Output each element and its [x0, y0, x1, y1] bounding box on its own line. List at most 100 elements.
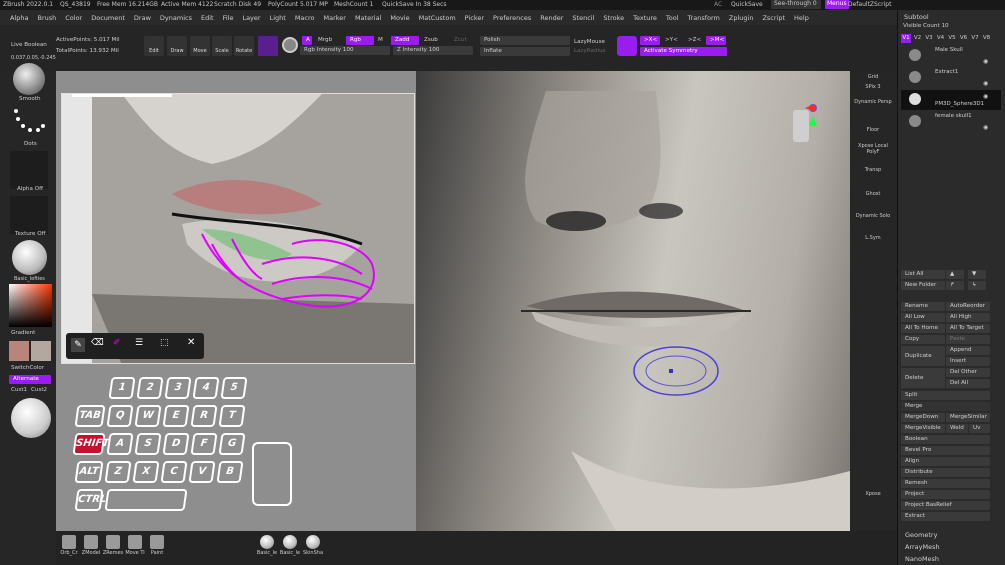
merge-section[interactable]: Merge [901, 402, 990, 411]
transp-icon[interactable]: Transp [854, 167, 892, 173]
activate-symmetry-button[interactable]: Activate Symmetry [640, 47, 727, 56]
pen-icon[interactable]: ✎ [71, 338, 85, 352]
sym-y-toggle[interactable]: >Y< [661, 36, 681, 45]
menu-brush[interactable]: Brush [37, 14, 56, 22]
geometry-subpalette[interactable]: Geometry [905, 531, 937, 539]
menu-dynamics[interactable]: Dynamics [160, 14, 192, 22]
menu-stencil[interactable]: Stencil [572, 14, 594, 22]
all-to-home-button[interactable]: All To Home [901, 324, 945, 333]
lsym-icon[interactable]: L.Sym [854, 235, 892, 241]
menu-light[interactable]: Light [270, 14, 286, 22]
menu-render[interactable]: Render [540, 14, 563, 22]
insert-button[interactable]: Insert [946, 357, 990, 366]
shelf-tool-0[interactable]: Orb_Cr [58, 535, 80, 556]
secondary-color-swatch[interactable] [31, 341, 51, 361]
main-color-swatch[interactable] [9, 341, 29, 361]
symmetry-icon[interactable] [617, 36, 637, 56]
move-down-icon[interactable]: ↳ [968, 281, 986, 290]
rename-button[interactable]: Rename [901, 302, 945, 311]
move-button[interactable]: Move [190, 36, 210, 56]
a-toggle[interactable]: A [302, 36, 312, 45]
face-model[interactable] [416, 71, 850, 531]
all-to-target-button[interactable]: All To Target [946, 324, 990, 333]
highlighter-icon[interactable]: ✐ [113, 338, 121, 348]
zsub-toggle[interactable]: Zsub [420, 36, 444, 45]
duplicate-button[interactable]: Duplicate [901, 346, 945, 366]
lazymouse-button[interactable]: LazyMouse [574, 39, 605, 45]
menu-movie[interactable]: Movie [390, 14, 409, 22]
menu-transform[interactable]: Transform [688, 14, 720, 22]
subtool-item[interactable]: Extract1 ◉ [901, 68, 1001, 88]
rgb-intensity-slider[interactable]: Rgb Intensity 100 [300, 46, 390, 55]
menu-picker[interactable]: Picker [465, 14, 484, 22]
eye-icon[interactable]: ◉ [983, 93, 988, 100]
remesh-section[interactable]: Remesh [901, 479, 990, 488]
boolean-section[interactable]: Boolean [901, 435, 990, 444]
visibility-tab-v6[interactable]: V6 [959, 34, 969, 43]
zadd-toggle[interactable]: Zadd [391, 36, 419, 45]
shelf-tool-1[interactable]: ZModel [80, 535, 102, 556]
shelf-material-0[interactable]: Basic_le [256, 535, 278, 556]
menu-document[interactable]: Document [91, 14, 125, 22]
menu-material[interactable]: Material [355, 14, 381, 22]
line-weight-icon[interactable]: ☰ [135, 338, 143, 348]
menu-macro[interactable]: Macro [295, 14, 315, 22]
visibility-tab-v8[interactable]: V8 [982, 34, 992, 43]
append-button[interactable]: Append [946, 346, 990, 355]
subtool-item[interactable]: female skull1 ◉ [901, 112, 1001, 132]
draw-button[interactable]: Draw [167, 36, 187, 56]
arrow-up-icon[interactable]: ▲ [946, 270, 964, 279]
eraser-icon[interactable]: ⌫ [91, 338, 104, 348]
quicksave-button[interactable]: QuickSave [731, 1, 763, 8]
polish-slider[interactable]: Polish [480, 36, 570, 45]
cust2-label[interactable]: Cust2 [31, 387, 47, 393]
smooth-brush-icon[interactable] [13, 63, 45, 95]
shelf-tool-2[interactable]: ZRemes [102, 535, 124, 556]
dots-stroke-icon[interactable] [12, 107, 46, 137]
texture-slot[interactable] [10, 196, 48, 234]
menu-color[interactable]: Color [65, 14, 82, 22]
ghost-icon[interactable]: Ghost [854, 191, 892, 197]
alternate-button[interactable]: Alternate [9, 375, 51, 384]
subtool-item[interactable]: Male Skull ◉ [901, 46, 1001, 66]
uv-toggle[interactable]: Uv [969, 424, 990, 433]
zcut-toggle[interactable]: Zcut [450, 36, 472, 45]
z-intensity-slider[interactable]: Z Intensity 100 [393, 46, 473, 55]
persp-icon[interactable]: Dynamic Persp [854, 99, 892, 105]
merge-visible-button[interactable]: MergeVisible [901, 424, 945, 433]
subtool-title[interactable]: Subtool [904, 13, 929, 21]
menu-edit[interactable]: Edit [201, 14, 214, 22]
distribute-section[interactable]: Distribute [901, 468, 990, 477]
default-zscript[interactable]: DefaultZScript [848, 1, 891, 8]
align-section[interactable]: Align [901, 457, 990, 466]
edit-button[interactable]: Edit [144, 36, 164, 56]
lazyradius-slider[interactable]: LazyRadius [574, 48, 606, 54]
reference-image-panel[interactable] [61, 93, 415, 364]
cust1-label[interactable]: Cust1 [11, 387, 27, 393]
eye-icon[interactable]: ◉ [983, 80, 988, 87]
arraymesh-subpalette[interactable]: ArrayMesh [905, 543, 940, 551]
menu-file[interactable]: File [223, 14, 234, 22]
rgb-toggle[interactable]: Rgb [346, 36, 374, 45]
project-basrelief-section[interactable]: Project BasRelief [901, 501, 990, 510]
menu-layer[interactable]: Layer [242, 14, 260, 22]
switch-color-button[interactable]: SwitchColor [11, 365, 44, 371]
inflate-slider[interactable]: Inflate [480, 47, 570, 56]
all-low-button[interactable]: All Low [901, 313, 945, 322]
move-up-icon[interactable]: ↱ [946, 281, 964, 290]
bevel-pro-section[interactable]: Bevel Pro [901, 446, 990, 455]
del-all-button[interactable]: Del All [946, 379, 990, 388]
visibility-tab-v2[interactable]: V2 [913, 34, 923, 43]
menu-zplugin[interactable]: Zplugin [729, 14, 754, 22]
merge-down-button[interactable]: MergeDown [901, 413, 945, 422]
visibility-tab-v3[interactable]: V3 [924, 34, 934, 43]
eye-icon[interactable]: ◉ [983, 58, 988, 65]
alpha-slot[interactable] [10, 151, 48, 189]
rotate-button[interactable]: Rotate [234, 36, 254, 56]
color-picker[interactable] [9, 284, 52, 327]
all-high-button[interactable]: All High [946, 313, 990, 322]
menu-marker[interactable]: Marker [323, 14, 345, 22]
delete-button[interactable]: Delete [901, 368, 945, 388]
extract-section[interactable]: Extract [901, 512, 990, 521]
new-folder-button[interactable]: New Folder [901, 281, 945, 290]
